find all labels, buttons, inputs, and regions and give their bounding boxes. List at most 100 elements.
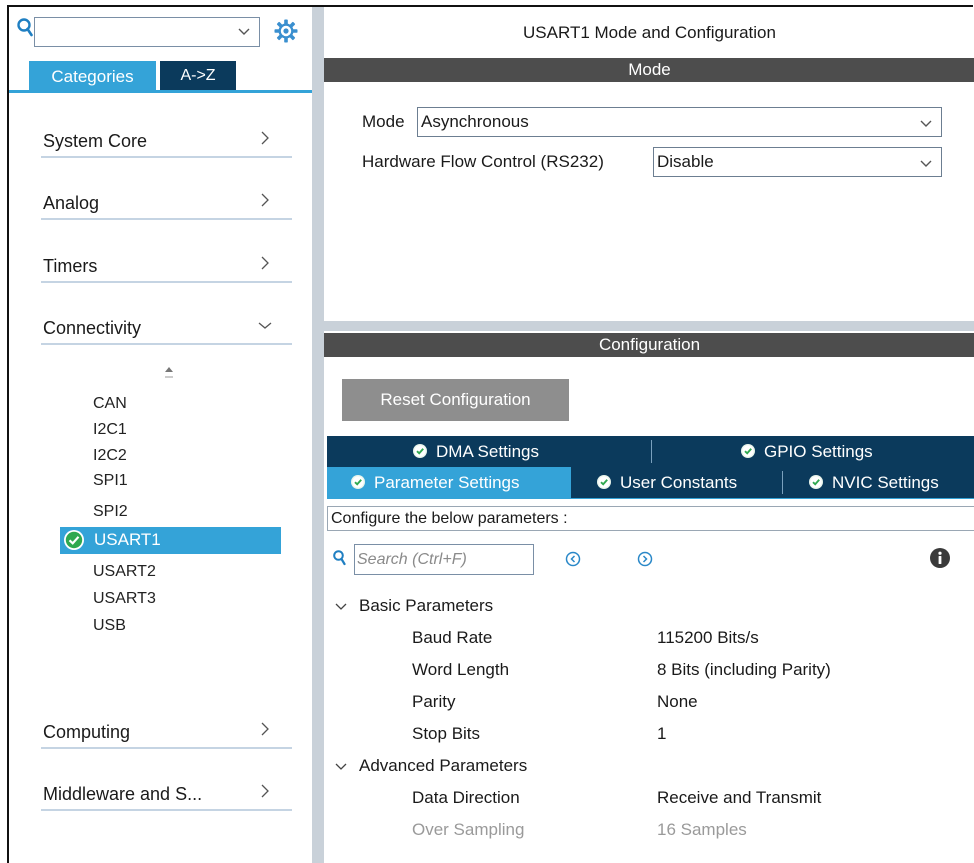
- scroll-up-icon[interactable]: [164, 365, 174, 381]
- list-item-spi2[interactable]: SPI2: [93, 503, 128, 521]
- category-tabs: Categories A->Z: [9, 58, 312, 93]
- chevron-down-icon: [258, 322, 272, 329]
- chevron-right-circle-icon[interactable]: [637, 551, 653, 567]
- tab-nvic-settings[interactable]: NVIC Settings: [809, 467, 939, 498]
- list-item-spi1[interactable]: SPI1: [93, 472, 128, 490]
- list-item-can[interactable]: CAN: [93, 395, 127, 413]
- mode-label: Mode: [362, 112, 405, 131]
- tab-label: User Constants: [620, 473, 738, 492]
- config-panel: USART1 Mode and Configuration Mode Mode …: [324, 7, 974, 863]
- tab-categories[interactable]: Categories: [29, 61, 156, 93]
- configure-prompt: Configure the below parameters :: [327, 506, 974, 531]
- tab-parameter-settings[interactable]: Parameter Settings: [327, 467, 571, 498]
- search-icon: [17, 18, 33, 37]
- param-value[interactable]: None: [657, 692, 698, 712]
- check-circle-icon: [413, 444, 427, 458]
- category-timers[interactable]: Timers: [41, 243, 292, 283]
- param-value[interactable]: Receive and Transmit: [657, 788, 821, 808]
- category-label: System Core: [43, 131, 148, 151]
- page-title: USART1 Mode and Configuration: [523, 23, 776, 42]
- param-name: Baud Rate: [412, 628, 493, 647]
- mode-header: Mode: [324, 58, 974, 82]
- flow-control-select-value: Disable: [657, 152, 714, 171]
- category-label: Computing: [43, 722, 131, 742]
- category-label: Connectivity: [43, 318, 142, 338]
- category-analog[interactable]: Analog: [41, 180, 292, 220]
- search-icon: [333, 550, 346, 566]
- list-item-i2c1[interactable]: I2C1: [93, 421, 127, 439]
- param-name: Data Direction: [412, 788, 520, 807]
- tab-label: DMA Settings: [436, 442, 539, 461]
- chevron-down-icon: [335, 603, 347, 610]
- info-icon[interactable]: [929, 547, 951, 569]
- chevron-right-icon: [261, 722, 269, 736]
- app-window: Categories A->Z System Core Analog Timer…: [7, 5, 974, 863]
- chevron-right-icon: [261, 784, 269, 798]
- category-computing[interactable]: Computing: [41, 709, 292, 749]
- category-search-combo[interactable]: [34, 17, 260, 47]
- configuration-header: Configuration: [324, 333, 974, 357]
- parameter-settings-panel: Configure the below parameters : Search …: [327, 498, 974, 863]
- list-item-usart2[interactable]: USART2: [93, 563, 156, 581]
- param-value[interactable]: 1: [657, 724, 666, 744]
- tab-divider: [651, 440, 652, 463]
- categories-panel: Categories A->Z System Core Analog Timer…: [9, 7, 312, 863]
- tab-underline: [9, 90, 312, 93]
- check-circle-icon: [351, 475, 365, 489]
- param-value: 16 Samples: [657, 820, 747, 839]
- category-middleware[interactable]: Middleware and S...: [41, 771, 292, 811]
- param-value[interactable]: 8 Bits (including Parity): [657, 660, 831, 680]
- param-name: Parity: [412, 692, 456, 711]
- check-circle-icon: [741, 444, 755, 458]
- list-item-usart3[interactable]: USART3: [93, 590, 156, 608]
- list-item-label: USART1: [94, 530, 161, 549]
- tab-a-to-z[interactable]: A->Z: [160, 61, 236, 91]
- group-label: Basic Parameters: [359, 596, 494, 615]
- category-label: Middleware and S...: [43, 784, 203, 804]
- mode-select[interactable]: Asynchronous: [417, 107, 942, 137]
- settings-tabs-row1: DMA Settings GPIO Settings: [327, 436, 974, 467]
- check-circle-icon: [64, 530, 84, 550]
- chevron-down-icon: [335, 763, 347, 770]
- flow-control-label: Hardware Flow Control (RS232): [362, 152, 604, 171]
- tab-user-constants[interactable]: User Constants: [597, 467, 737, 498]
- mode-section: Mode Asynchronous Hardware Flow Control …: [324, 83, 974, 321]
- chevron-right-icon: [261, 256, 269, 270]
- parameter-search-row: Search (Ctrl+F): [327, 541, 974, 577]
- section-divider: [324, 321, 974, 331]
- chevron-left-circle-icon[interactable]: [565, 551, 581, 567]
- check-circle-icon: [597, 475, 611, 489]
- tab-dma-settings[interactable]: DMA Settings: [413, 436, 539, 467]
- parameter-search-input[interactable]: Search (Ctrl+F): [354, 544, 534, 575]
- category-search-row: [9, 7, 312, 57]
- category-system-core[interactable]: System Core: [41, 118, 292, 158]
- param-name: Over Sampling: [412, 820, 525, 839]
- settings-tabs-row2: Parameter Settings User Constants NVIC S…: [327, 467, 974, 498]
- chevron-down-icon: [920, 120, 932, 127]
- tab-divider: [782, 471, 783, 494]
- param-value[interactable]: 115200 Bits/s: [657, 628, 759, 648]
- param-name: Word Length: [412, 660, 510, 679]
- check-circle-icon: [809, 475, 823, 489]
- category-connectivity[interactable]: Connectivity: [41, 305, 292, 345]
- list-item-usb[interactable]: USB: [93, 617, 126, 635]
- group-label: Advanced Parameters: [359, 756, 528, 775]
- mode-select-value: Asynchronous: [421, 112, 529, 131]
- list-item-usart1[interactable]: USART1: [60, 527, 281, 554]
- chevron-right-icon: [261, 193, 269, 207]
- tab-gpio-settings[interactable]: GPIO Settings: [741, 436, 873, 467]
- chevron-down-icon: [920, 160, 932, 167]
- flow-control-select[interactable]: Disable: [653, 147, 942, 177]
- chevron-down-icon: [238, 28, 250, 35]
- chevron-right-icon: [261, 131, 269, 145]
- tab-label: Parameter Settings: [374, 473, 520, 492]
- category-label: Analog: [43, 193, 100, 213]
- param-name: Stop Bits: [412, 724, 481, 743]
- tab-label: NVIC Settings: [832, 473, 939, 492]
- category-label: Timers: [43, 256, 98, 276]
- reset-configuration-button[interactable]: Reset Configuration: [342, 379, 569, 421]
- panel-splitter[interactable]: [312, 7, 324, 863]
- gear-icon[interactable]: [274, 19, 298, 43]
- tab-label: GPIO Settings: [764, 442, 873, 461]
- list-item-i2c2[interactable]: I2C2: [93, 447, 127, 465]
